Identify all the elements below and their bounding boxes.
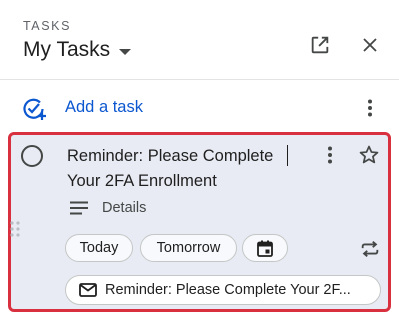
- drag-handle-icon[interactable]: [9, 220, 21, 238]
- more-vert-icon: [368, 99, 372, 117]
- chevron-down-icon: [119, 48, 132, 55]
- list-more-button[interactable]: [360, 96, 380, 120]
- email-link-chip[interactable]: Reminder: Please Complete Your 2F...: [65, 275, 381, 305]
- mail-icon: [79, 283, 97, 297]
- repeat-icon[interactable]: [359, 238, 381, 260]
- add-task-row[interactable]: [0, 88, 399, 128]
- app-eyebrow: TASKS: [23, 19, 72, 33]
- task-title-input[interactable]: Reminder: Please Complete Your 2FA Enrol…: [67, 144, 297, 194]
- star-task-button[interactable]: [357, 143, 381, 167]
- more-vert-icon: [328, 146, 332, 164]
- close-button[interactable]: [358, 33, 382, 57]
- pick-date-button[interactable]: [242, 234, 288, 262]
- close-icon: [363, 38, 377, 52]
- task-more-button[interactable]: [320, 143, 340, 167]
- header-divider: [0, 79, 399, 80]
- complete-task-checkbox[interactable]: [21, 145, 43, 167]
- notes-icon: [70, 201, 88, 215]
- email-link-label: Reminder: Please Complete Your 2F...: [105, 282, 351, 298]
- list-selector[interactable]: My Tasks: [23, 38, 132, 62]
- text-cursor: [287, 145, 288, 166]
- calendar-icon: [257, 240, 273, 257]
- tomorrow-chip[interactable]: Tomorrow: [140, 234, 237, 262]
- tasks-header: TASKS My Tasks: [0, 0, 399, 80]
- add-task-label[interactable]: Add a task: [65, 98, 143, 117]
- list-title: My Tasks: [23, 38, 111, 61]
- add-task-icon: [23, 98, 46, 120]
- details-field[interactable]: Details: [102, 200, 146, 216]
- today-chip[interactable]: Today: [65, 234, 133, 262]
- star-outline-icon: [359, 145, 379, 164]
- open-in-new-button[interactable]: [308, 33, 332, 57]
- open-in-new-icon: [311, 36, 329, 54]
